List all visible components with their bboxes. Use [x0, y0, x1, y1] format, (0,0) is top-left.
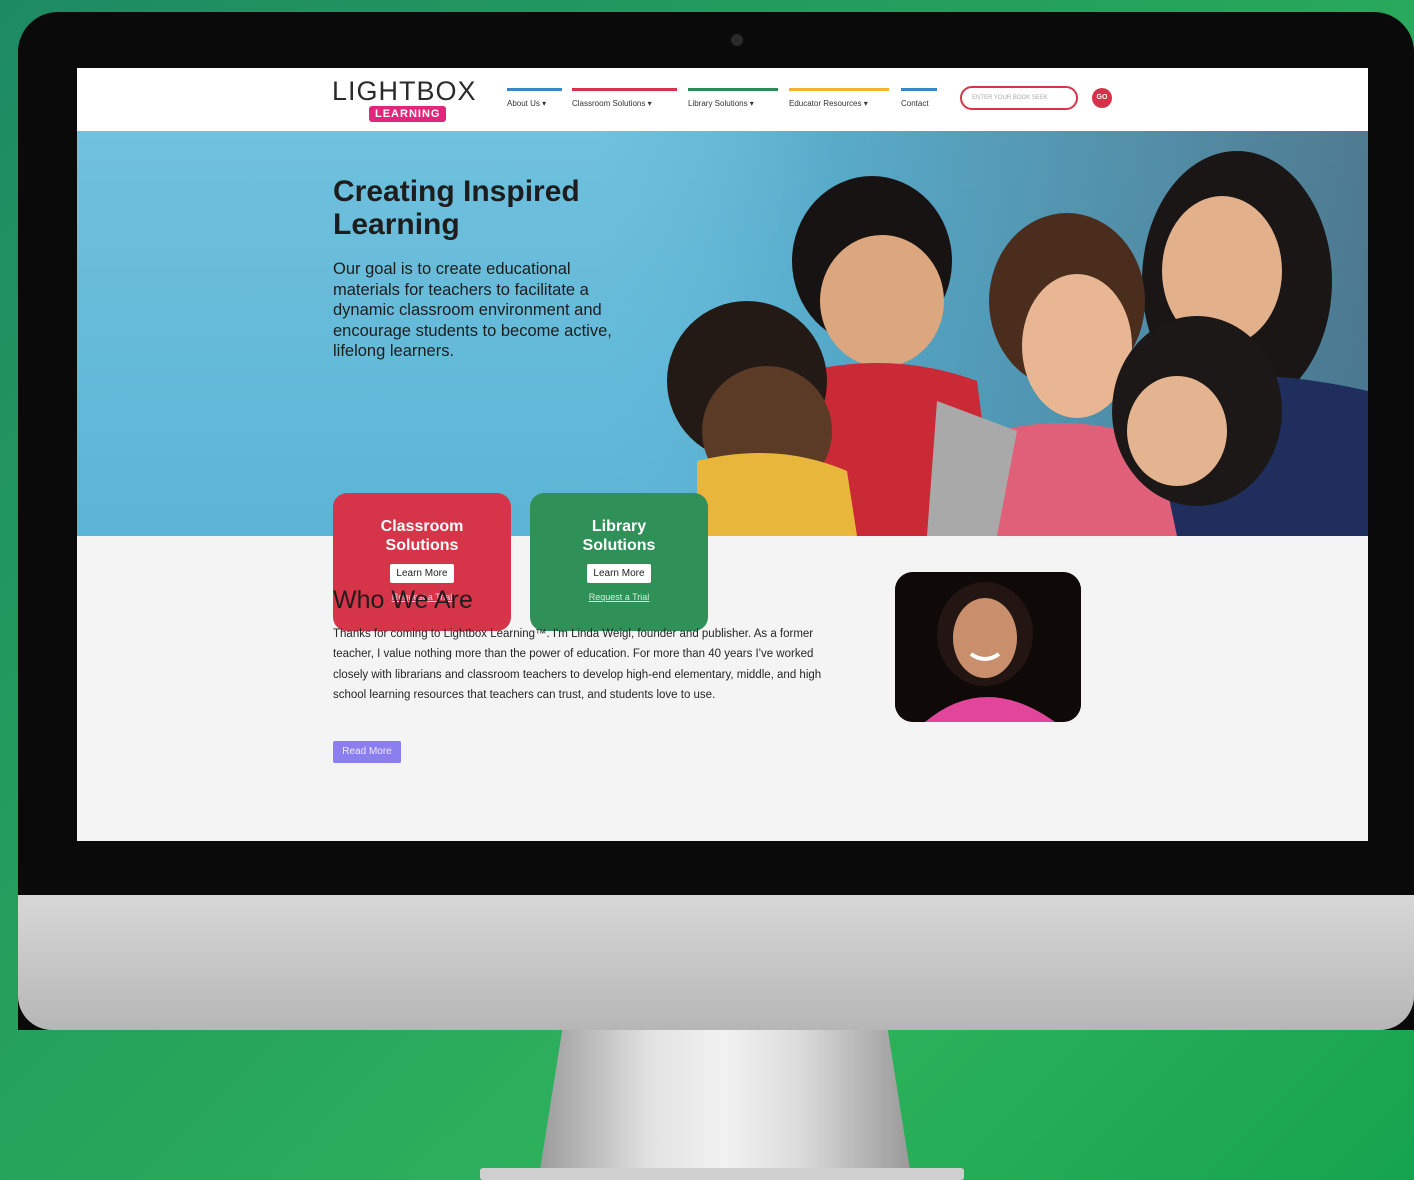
founder-portrait — [895, 572, 1081, 722]
website-screen: LIGHTBOX LEARNING About Us ▾ Classroom S… — [77, 68, 1368, 841]
site-logo[interactable]: LIGHTBOX LEARNING — [332, 76, 482, 124]
card-title: Library Solutions — [582, 518, 656, 554]
who-we-are-title: Who We Are — [333, 586, 473, 614]
nav-educator-resources[interactable]: Educator Resources ▾ — [789, 88, 889, 112]
hero-banner: Creating Inspired Learning Our goal is t… — [77, 131, 1368, 536]
nav-about-us[interactable]: About Us ▾ — [507, 88, 562, 112]
nav-classroom-solutions[interactable]: Classroom Solutions ▾ — [572, 88, 677, 112]
hero-children-photo — [597, 131, 1368, 536]
library-learn-more-button[interactable]: Learn More — [587, 564, 651, 583]
who-we-are-text: Thanks for coming to Lightbox Learning™.… — [333, 628, 822, 701]
library-solutions-card: Library Solutions Learn More Request a T… — [530, 493, 708, 631]
read-more-button[interactable]: Read More — [333, 741, 401, 763]
card-title: Classroom Solutions — [380, 518, 464, 554]
logo-badge: LEARNING — [369, 106, 447, 122]
monitor-stand — [540, 1030, 910, 1170]
library-request-trial-link[interactable]: Request a Trial — [530, 592, 708, 602]
nav-contact[interactable]: Contact — [901, 88, 937, 112]
logo-text: LIGHTBOX — [332, 76, 477, 106]
founder-photo — [895, 572, 1081, 722]
hero-text: Our goal is to create educational materi… — [333, 260, 612, 360]
site-header: LIGHTBOX LEARNING About Us ▾ Classroom S… — [77, 68, 1368, 131]
classroom-learn-more-button[interactable]: Learn More — [390, 564, 454, 583]
nav-library-solutions[interactable]: Library Solutions ▾ — [688, 88, 778, 112]
search-go-button[interactable]: GO — [1092, 88, 1112, 108]
monitor-stand-base — [480, 1168, 964, 1180]
search-input[interactable]: ENTER YOUR BOOK SEEK — [960, 86, 1078, 110]
camera-icon — [731, 34, 743, 46]
monitor-chin — [18, 895, 1414, 1030]
